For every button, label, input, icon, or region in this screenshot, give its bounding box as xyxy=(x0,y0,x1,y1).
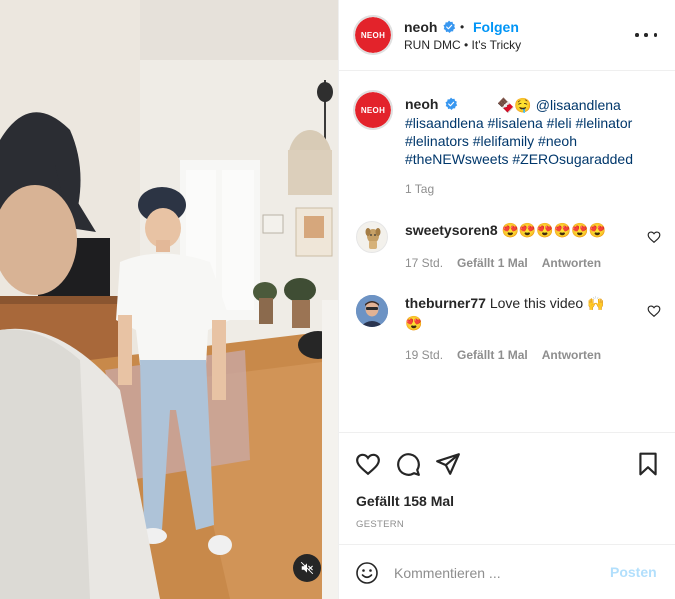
more-dot-icon xyxy=(653,33,657,37)
comments-list: NEOH 🍫🤤 @lisaandlena #lisaandlena #lisal… xyxy=(339,72,675,432)
avatar-logo-circle: NEOH xyxy=(355,17,391,53)
video-frame xyxy=(0,0,338,599)
post-actions: Gefällt 158 Mal GESTERN xyxy=(339,432,675,544)
caption-avatar[interactable]: NEOH xyxy=(353,90,393,130)
comment-text: 😍😍😍😍😍😍 xyxy=(501,222,607,238)
comment-time[interactable]: 19 Std. xyxy=(405,348,443,362)
caption-username[interactable]: neoh xyxy=(405,96,438,112)
comment-time[interactable]: 17 Std. xyxy=(405,256,443,270)
author-username[interactable]: neoh xyxy=(404,19,437,35)
caption-avatar-logo: NEOH xyxy=(355,92,391,128)
comment-meta: 19 Std. Gefällt 1 Mal Antworten xyxy=(405,348,601,362)
post-details-pane: NEOH neoh • Folgen RUN DMC • It's Tricky xyxy=(338,0,675,599)
comment-username[interactable]: theburner77 xyxy=(405,295,486,311)
comment-text: Love this video 🙌 xyxy=(489,295,605,311)
post-comment-button[interactable]: Posten xyxy=(610,564,657,580)
like-count[interactable]: Gefällt 158 Mal xyxy=(356,493,454,509)
post-header: NEOH neoh • Folgen RUN DMC • It's Tricky xyxy=(339,0,675,71)
more-options-button[interactable] xyxy=(635,26,657,44)
author-avatar[interactable]: NEOH xyxy=(353,15,393,55)
comment-icon[interactable] xyxy=(395,451,421,477)
speaker-muted-icon xyxy=(300,561,314,575)
reply-button[interactable]: Antworten xyxy=(542,256,601,270)
audio-track[interactable]: RUN DMC • It's Tricky xyxy=(404,38,521,52)
comment-username[interactable]: sweetysoren8 xyxy=(405,222,498,238)
comment-likes[interactable]: Gefällt 1 Mal xyxy=(457,256,528,270)
comment-body: sweetysoren8 😍😍😍😍😍😍 xyxy=(405,220,645,240)
comment-likes[interactable]: Gefällt 1 Mal xyxy=(457,348,528,362)
header-separator: • xyxy=(460,20,465,34)
caption-timestamp[interactable]: 1 Tag xyxy=(405,182,434,196)
avatar-logo-text: NEOH xyxy=(360,30,386,40)
reply-button[interactable]: Antworten xyxy=(542,348,601,362)
more-dot-icon xyxy=(635,33,639,37)
caption-mention[interactable]: @lisaandlena xyxy=(536,97,621,113)
instagram-post: NEOH neoh • Folgen RUN DMC • It's Tricky xyxy=(0,0,675,599)
post-video[interactable] xyxy=(0,0,338,599)
caption-avatar-logo-text: NEOH xyxy=(360,105,386,115)
comment-like-heart-icon[interactable] xyxy=(647,230,661,244)
post-date[interactable]: GESTERN xyxy=(356,519,404,530)
caption-hashtags-line[interactable]: #lisaandlena #lisalena #leli #lelinator xyxy=(405,114,665,132)
follow-button[interactable]: Folgen xyxy=(473,19,519,35)
verified-badge-icon xyxy=(443,20,456,33)
heart-icon[interactable] xyxy=(355,451,381,477)
commenter-avatar[interactable] xyxy=(356,221,388,253)
comment-input[interactable] xyxy=(394,563,594,583)
more-dot-icon xyxy=(644,33,648,37)
verified-badge-icon xyxy=(445,97,458,110)
comment-like-heart-icon[interactable] xyxy=(647,304,661,318)
share-icon[interactable] xyxy=(435,451,461,477)
caption-emoji: 🍫🤤 xyxy=(497,97,532,113)
caption-hashtags-line[interactable]: #lelinators #lelifamily #neoh xyxy=(405,132,665,150)
person-avatar-icon xyxy=(356,295,388,327)
caption-hashtags-line[interactable]: #theNEWsweets #ZEROsugaradded xyxy=(405,150,665,168)
bookmark-icon[interactable] xyxy=(635,451,661,477)
dog-avatar-icon xyxy=(365,228,381,249)
comment-body: theburner77 Love this video 🙌 😍 xyxy=(405,293,645,333)
add-comment-bar: Posten xyxy=(339,544,675,599)
commenter-avatar[interactable] xyxy=(356,295,388,327)
mute-button[interactable] xyxy=(293,554,321,582)
emoji-icon[interactable] xyxy=(355,561,379,585)
comment-text-continued: 😍 xyxy=(405,315,423,331)
comment-meta: 17 Std. Gefällt 1 Mal Antworten xyxy=(405,256,601,270)
